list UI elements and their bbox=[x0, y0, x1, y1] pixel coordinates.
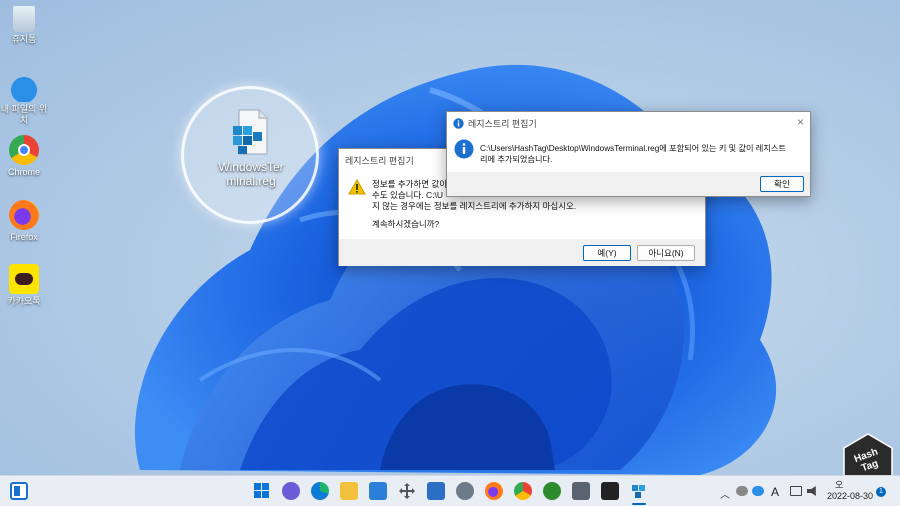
taskbar: ︿ A 오 2022-08-30 1 bbox=[0, 475, 900, 506]
tray-cloud-icon[interactable] bbox=[736, 486, 748, 496]
tray-overflow-chevron-icon[interactable]: ︿ bbox=[720, 486, 730, 501]
info-dialog: 레지스트리 편집기 × C:\Users\HashTag\Desktop\Win… bbox=[446, 111, 811, 197]
info-small-icon bbox=[453, 117, 464, 129]
desktop-icon-onedrive[interactable]: 내 파일의 위치 bbox=[0, 72, 48, 126]
notification-badge[interactable]: 1 bbox=[876, 487, 886, 497]
volume-icon[interactable] bbox=[807, 486, 816, 496]
file-label-line2: minal.reg bbox=[226, 174, 276, 188]
information-icon bbox=[454, 139, 474, 159]
notepad-icon[interactable] bbox=[427, 482, 445, 500]
mail-icon[interactable] bbox=[369, 482, 387, 500]
file-label-line1: WindowsTer bbox=[218, 160, 284, 174]
info-dialog-title: 레지스트리 편집기 bbox=[468, 118, 537, 129]
onedrive-cloud-icon bbox=[9, 72, 39, 102]
desktop-icon-firefox[interactable]: Firefox bbox=[0, 200, 48, 243]
ime-indicator[interactable]: A bbox=[771, 485, 779, 499]
clock-time[interactable]: 오 bbox=[835, 478, 843, 491]
teams-chat-icon[interactable] bbox=[282, 482, 300, 500]
ok-button[interactable]: 확인 bbox=[760, 176, 804, 192]
info-message-line1: C:\Users\HashTag\Desktop\WindowsTerminal… bbox=[480, 144, 786, 153]
desktop-icon-chrome[interactable]: Chrome bbox=[0, 135, 48, 178]
reg-file-icon bbox=[231, 108, 271, 156]
chrome-taskbar-icon[interactable] bbox=[514, 482, 532, 500]
yes-button[interactable]: 예(Y) bbox=[583, 244, 631, 261]
chrome-icon bbox=[9, 135, 39, 165]
desktop-icon-kakaotalk[interactable]: 카카오톡 bbox=[0, 264, 48, 307]
settings-gear-icon[interactable] bbox=[456, 482, 474, 500]
active-app-indicator bbox=[632, 503, 646, 505]
confirm-dialog-title: 레지스트리 편집기 bbox=[345, 155, 414, 166]
calculator-icon[interactable] bbox=[572, 482, 590, 500]
store-app-icon[interactable] bbox=[543, 482, 561, 500]
confirm-question: 계속하시겠습니까? bbox=[372, 219, 440, 229]
move-tool-icon[interactable] bbox=[398, 482, 416, 500]
desktop-file-windowsterminal-reg[interactable]: WindowsTer minal.reg bbox=[214, 108, 288, 188]
info-dialog-titlebar[interactable]: 레지스트리 편집기 × bbox=[447, 112, 810, 134]
clock-date[interactable]: 2022-08-30 bbox=[827, 491, 873, 501]
firefox-icon bbox=[9, 200, 39, 230]
regedit-taskbar-icon[interactable] bbox=[630, 482, 648, 500]
edge-icon[interactable] bbox=[311, 482, 329, 500]
terminal-icon[interactable] bbox=[601, 482, 619, 500]
info-dialog-footer: 확인 bbox=[447, 172, 810, 196]
file-explorer-icon[interactable] bbox=[340, 482, 358, 500]
widgets-icon[interactable] bbox=[10, 482, 28, 500]
network-icon[interactable] bbox=[790, 486, 802, 496]
firefox-taskbar-icon[interactable] bbox=[485, 482, 503, 500]
kakaotalk-icon bbox=[9, 264, 39, 294]
info-dialog-body: C:\Users\HashTag\Desktop\WindowsTerminal… bbox=[447, 134, 810, 172]
onedrive-tray-icon[interactable] bbox=[752, 486, 764, 496]
desktop-icon-recycle-bin[interactable]: 휴지통 bbox=[0, 6, 48, 45]
warning-icon bbox=[348, 179, 366, 195]
confirm-dialog-footer: 예(Y) 아니요(N) bbox=[339, 239, 705, 266]
recycle-bin-icon bbox=[13, 6, 35, 32]
info-message-line2: 리에 추가되었습니다. bbox=[480, 155, 553, 164]
no-button[interactable]: 아니요(N) bbox=[637, 244, 695, 261]
start-windows-icon[interactable] bbox=[253, 482, 271, 500]
close-icon[interactable]: × bbox=[797, 115, 804, 129]
confirm-message-line3: 지 않는 경우에는 정보를 레지스트리에 추가하지 마십시오. bbox=[372, 201, 577, 211]
